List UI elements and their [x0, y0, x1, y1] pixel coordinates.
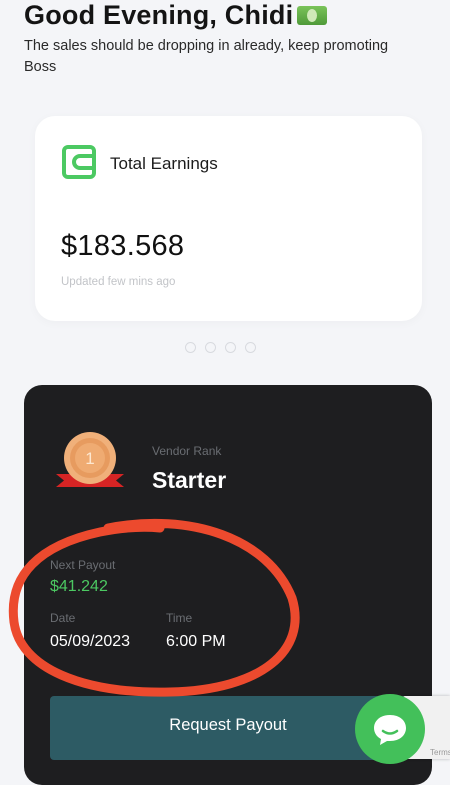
rank-medal-icon: 1 [56, 432, 124, 487]
date-value: 05/09/2023 [50, 633, 131, 650]
greeting-text: Good Evening, Chidi [24, 0, 294, 30]
greeting-heading: Good Evening, Chidi [24, 0, 328, 32]
money-icon [297, 6, 328, 25]
earnings-amount: $183.568 [61, 230, 185, 262]
carousel-dot[interactable] [245, 342, 256, 353]
time-value: 6:00 PM [166, 633, 226, 650]
vendor-rank-value: Starter [152, 467, 227, 493]
carousel-dots [185, 342, 256, 353]
wallet-icon [62, 145, 96, 179]
carousel-dot[interactable] [225, 342, 236, 353]
time-label: Time [166, 611, 193, 625]
total-earnings-card[interactable]: Total Earnings $183.568 Updated few mins… [35, 116, 422, 321]
next-payout-label: Next Payout [50, 558, 116, 572]
carousel-dot[interactable] [185, 342, 196, 353]
earnings-title: Total Earnings [110, 154, 218, 173]
chat-bubble-icon [374, 715, 406, 745]
recaptcha-terms-link[interactable]: Terms [430, 748, 450, 757]
greeting-subtitle: The sales should be dropping in already,… [24, 38, 389, 75]
carousel-dot[interactable] [205, 342, 216, 353]
earnings-updated-text: Updated few mins ago [61, 276, 176, 288]
medal-number: 1 [85, 449, 94, 468]
date-label: Date [50, 611, 76, 625]
request-payout-button[interactable]: Request Payout [50, 696, 406, 760]
chat-button[interactable] [355, 694, 425, 764]
vendor-rank-label: Vendor Rank [152, 444, 222, 458]
next-payout-value: $41.242 [50, 578, 108, 595]
